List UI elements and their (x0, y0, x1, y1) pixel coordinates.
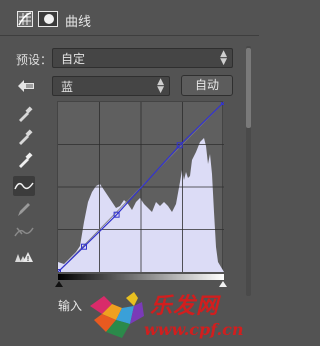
dropdown-arrows-icon: ▲ ▼ (220, 49, 227, 67)
scrollbar-thumb[interactable] (246, 48, 251, 128)
watermark: 乐发网 www.cpf.cn (82, 284, 259, 346)
black-point-slider[interactable] (55, 281, 63, 287)
watermark-brand: 乐发网 (150, 294, 220, 319)
layer-mask-icon[interactable] (38, 11, 58, 27)
white-point-eyedropper-icon[interactable] (13, 150, 35, 170)
watermark-logo (90, 292, 144, 338)
black-point-eyedropper-icon[interactable] (13, 104, 35, 124)
curves-graph[interactable] (57, 101, 224, 272)
on-image-adjust-icon[interactable] (14, 77, 38, 95)
dropdown-arrows-icon: ▲ ▼ (157, 77, 164, 95)
preset-value: 自定 (61, 52, 86, 66)
watermark-url: www.cpf.cn (144, 320, 244, 339)
curves-adjustment-icon[interactable] (17, 11, 33, 27)
channel-dropdown[interactable]: 蓝 ▲ ▼ (52, 76, 170, 96)
channel-value: 蓝 (61, 80, 74, 94)
pencil-draw-icon[interactable] (13, 199, 35, 219)
panel-header: 曲线 (0, 0, 259, 36)
panel-title: 曲线 (65, 15, 92, 30)
smooth-curve-icon[interactable] (13, 222, 35, 242)
auto-button[interactable]: 自动 (181, 75, 233, 96)
preset-dropdown[interactable]: 自定 ▲ ▼ (52, 48, 233, 68)
gray-point-eyedropper-icon[interactable] (13, 127, 35, 147)
input-gradient-bar (58, 274, 224, 280)
input-label: 输入 (58, 299, 83, 313)
clipping-warning-icon[interactable] (13, 246, 35, 266)
curve-edit-icon[interactable] (13, 176, 35, 196)
preset-label: 预设： (16, 53, 53, 67)
panel-scrollbar[interactable] (246, 46, 251, 296)
